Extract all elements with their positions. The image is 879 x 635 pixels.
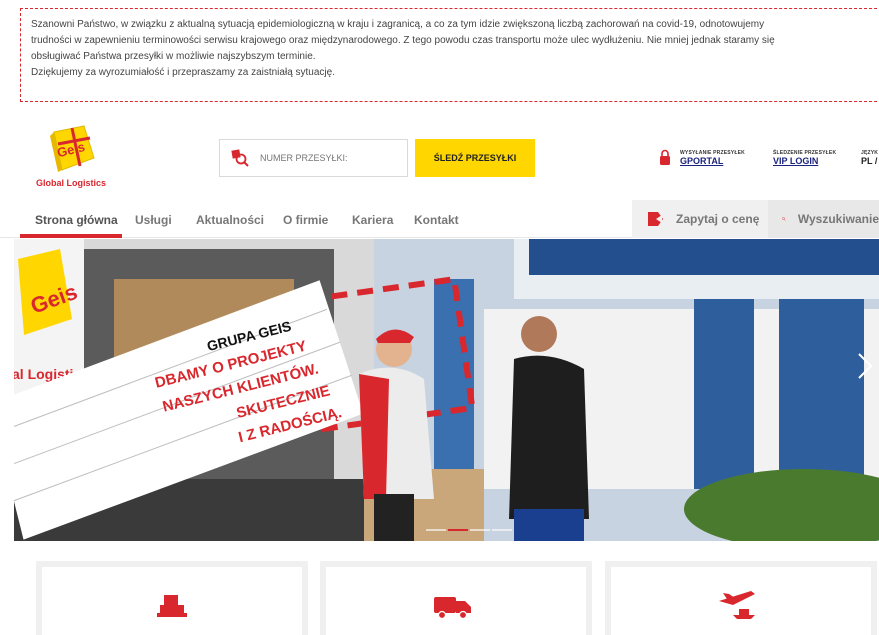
nav-news[interactable]: Aktualności — [196, 213, 264, 227]
tracking-input[interactable] — [260, 153, 400, 163]
hero-slider[interactable]: Geis al Logistics GRUPA GEIS DBAMY O PRO… — [14, 239, 879, 541]
notice-line-4: Dziękujemy za wyrozumiałość i przeprasza… — [31, 67, 335, 78]
sending-section: WYSYŁANIE PRZESYŁEK GPORTAL — [680, 150, 745, 166]
lock-icon — [660, 149, 670, 165]
price-tag-icon — [648, 212, 663, 226]
quote-label: Zapytaj o cenę — [676, 212, 760, 226]
search-button[interactable]: Wyszukiwanie — [768, 200, 879, 238]
service-card-road[interactable] — [320, 561, 592, 635]
chevron-right-icon[interactable] — [855, 351, 875, 381]
notice-line-1: Szanowni Państwo, w związku z aktualną s… — [31, 19, 765, 30]
slide-dot-active[interactable] — [448, 529, 468, 531]
nav-about[interactable]: O firmie — [283, 213, 328, 227]
nav-career[interactable]: Kariera — [352, 213, 393, 227]
notice-line-3: obsługiwać Państwa przesyłki w możliwie … — [31, 51, 316, 62]
geis-box-icon: Geis — [50, 125, 95, 172]
nav-contact[interactable]: Kontakt — [414, 213, 459, 227]
slider-dots — [426, 529, 512, 531]
search-label: Wyszukiwanie — [797, 212, 879, 226]
gportal-link[interactable]: GPORTAL — [680, 156, 745, 166]
warehouse-pallet-icon — [157, 595, 187, 617]
service-cards — [0, 561, 879, 635]
service-card-air-sea[interactable] — [605, 561, 877, 635]
hero-image: Geis al Logistics GRUPA GEIS DBAMY O PRO… — [14, 239, 879, 541]
vip-login-link[interactable]: VIP LOGIN — [773, 156, 836, 166]
main-nav: Strona główna Usługi Aktualności O firmi… — [0, 200, 879, 238]
delivery-truck-icon — [434, 597, 471, 619]
tracking-login-section: ŚLEDZENIE PRZESYŁEK VIP LOGIN — [773, 150, 836, 166]
parcel-search-icon — [231, 149, 249, 167]
tracking-field[interactable] — [219, 139, 408, 177]
slide-dot[interactable] — [492, 529, 512, 531]
track-button[interactable]: ŚLEDŹ PRZESYŁKI — [415, 139, 535, 177]
language-switch[interactable]: PL / — [861, 156, 878, 166]
notice-line-2: trudności w zapewnieniu terminowości ser… — [31, 35, 775, 46]
quote-button[interactable]: Zapytaj o cenę — [632, 200, 768, 238]
slide-dot[interactable] — [470, 529, 490, 531]
geis-logo[interactable]: Geis Global Logistics — [36, 124, 114, 190]
language-section: JĘZYK PL / — [861, 150, 878, 166]
covid-notice: Szanowni Państwo, w związku z aktualną s… — [20, 8, 879, 102]
search-icon — [782, 217, 786, 221]
active-nav-indicator — [20, 234, 122, 238]
plane-ship-icon — [719, 591, 755, 619]
nav-services[interactable]: Usługi — [135, 213, 172, 227]
slide-dot[interactable] — [426, 529, 446, 531]
service-card-warehouse[interactable] — [36, 561, 308, 635]
logo-text: Global Logistics — [36, 178, 107, 188]
nav-home[interactable]: Strona główna — [35, 213, 118, 227]
